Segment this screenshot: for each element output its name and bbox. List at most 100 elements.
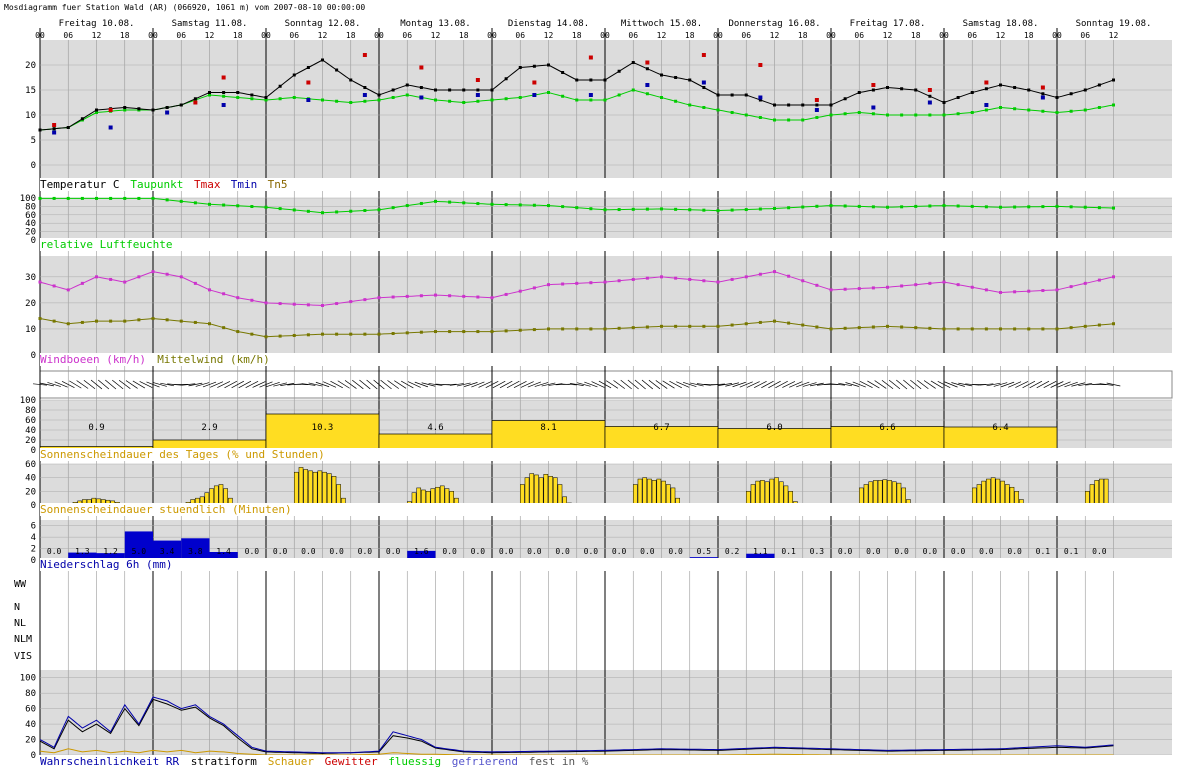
day-label: Samstag 18.08.: [963, 19, 1039, 29]
dewpoint-line-point: [928, 113, 932, 117]
tmin-point: [645, 83, 650, 87]
humidity-line-point: [151, 196, 155, 200]
dewpoint-line-point: [504, 97, 508, 101]
dewpoint-line-point: [730, 111, 734, 114]
temperature-line-point: [603, 78, 607, 82]
y-tick-wind: 20: [25, 299, 36, 309]
gust-line-point: [660, 275, 663, 279]
precip-label: 1.3: [75, 547, 90, 556]
gust-line-point: [250, 298, 254, 302]
dewpoint-line-point: [278, 97, 282, 101]
humidity-line-point: [547, 204, 550, 208]
sun-hour-bar: [656, 478, 662, 506]
precip-label: 0.0: [584, 547, 599, 556]
sun-hour-bar: [863, 484, 869, 506]
tmax-point: [532, 80, 537, 85]
tmax-point: [108, 108, 113, 112]
dewpoint-line-point: [744, 113, 748, 117]
y-tick-wind: 0: [31, 351, 36, 361]
mean-wind-line-point: [321, 332, 324, 336]
sun-hour-bar: [425, 491, 431, 506]
sun-hour-bar: [651, 480, 657, 506]
precip-label: 0.0: [47, 547, 62, 556]
mean-wind-line-point: [645, 325, 649, 329]
mean-wind-line-point: [165, 318, 169, 322]
mean-wind-line-point: [222, 326, 226, 330]
sun-hour-bar: [444, 488, 450, 506]
humidity-line-point: [193, 201, 197, 205]
tmax-point: [475, 78, 480, 82]
y-tick-sunhour: 60: [25, 460, 36, 470]
humidity-line-point: [377, 208, 381, 212]
humidity-line-point: [956, 204, 960, 208]
humidity-line-point: [462, 201, 466, 205]
humidity-line-point: [250, 205, 254, 209]
humidity-line-point: [886, 205, 889, 209]
mean-wind-line-point: [815, 325, 819, 329]
humidity-line-point: [631, 207, 635, 211]
mean-wind-line-point: [462, 330, 466, 334]
humidity-line-point: [1083, 205, 1087, 209]
humidity-line-point: [278, 207, 282, 211]
dewpoint-line-point: [547, 91, 550, 94]
sun-hour-bar: [1004, 484, 1010, 506]
mean-wind-line-point: [52, 319, 56, 323]
humidity-line-point: [617, 208, 621, 212]
hour-label: 12: [92, 31, 102, 40]
precip-label: 0.1: [1036, 547, 1051, 556]
tmax-point: [306, 80, 311, 85]
gust-line-point: [603, 280, 607, 284]
humidity-line-point: [490, 202, 494, 206]
humidity-line-point: [716, 209, 720, 213]
mean-wind-line-point: [1112, 322, 1115, 326]
hour-header-labels: 00 06 12 18 00 06 12 18 00 06 12 18 00 06 12 18 00 06 12 18…: [35, 31, 1118, 40]
mean-wind-line-point: [631, 326, 635, 330]
gust-line-point: [617, 279, 621, 283]
sun-hour-bar: [859, 487, 864, 506]
sun-hour-bar: [976, 484, 982, 506]
temperature-line-point: [250, 93, 254, 97]
hour-label: 06: [628, 31, 638, 40]
y-tick-sunday: 80: [25, 406, 36, 416]
tmax-point: [984, 80, 989, 85]
sun-hour-bar: [529, 473, 535, 506]
tmax-point: [871, 83, 876, 87]
temperature-line-point: [631, 61, 635, 64]
hour-label: 12: [770, 31, 780, 40]
humidity-line-point: [674, 207, 678, 211]
gust-line-point: [645, 276, 649, 280]
gust-line-point: [1097, 278, 1101, 282]
legend-label: Schauer: [268, 755, 315, 768]
dewpoint-line-point: [970, 111, 974, 114]
precip-label: 1.6: [414, 547, 429, 556]
gust-line-point: [688, 277, 692, 281]
day-label: Dienstag 14.08.: [508, 19, 589, 29]
tmax-point: [814, 98, 819, 102]
temperature-line-point: [151, 108, 155, 112]
code-row-label: NLM: [14, 634, 32, 645]
temperature-line-point: [984, 87, 988, 91]
precip-label: 0.0: [386, 547, 401, 556]
precip-label: 0.0: [358, 547, 373, 556]
humidity-line-point: [391, 206, 395, 210]
dewpoint-line-point: [292, 96, 296, 99]
temperature-line-point: [547, 63, 550, 67]
sun-hour-bar: [896, 482, 902, 506]
mean-wind-line-point: [1069, 326, 1073, 330]
legend-label: Tmin: [231, 178, 257, 191]
humidity-line-point: [1069, 205, 1073, 209]
mean-wind-line-point: [264, 335, 268, 339]
temperature-line-point: [829, 103, 833, 107]
temperature-line-point: [744, 93, 748, 97]
temperature-line-point: [52, 127, 56, 131]
temperature-line-point: [165, 106, 169, 109]
sun-hour-bar: [1094, 480, 1100, 506]
sun-hour-bar: [868, 481, 874, 506]
mean-wind-line-point: [702, 324, 706, 328]
gust-line-point: [829, 288, 833, 292]
sun-hour-bar: [294, 471, 299, 506]
mean-wind-line-point: [660, 324, 663, 328]
temperature-line-point: [80, 117, 84, 121]
gust-line-point: [801, 279, 805, 283]
dewpoint-line-point: [1013, 107, 1017, 111]
